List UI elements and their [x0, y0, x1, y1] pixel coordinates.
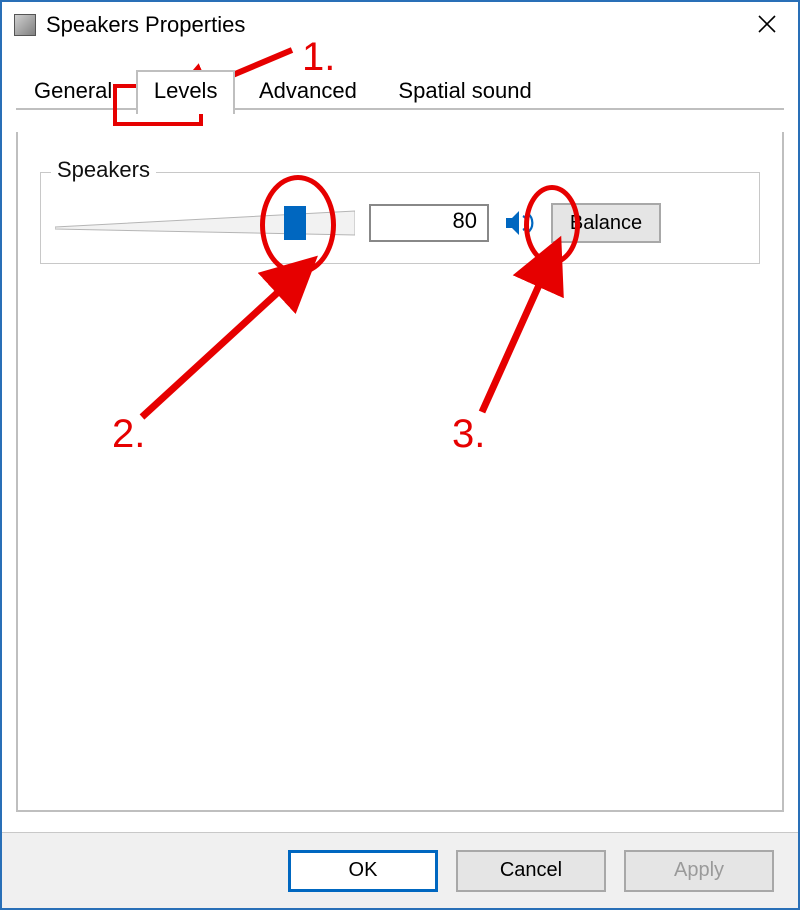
- tab-general[interactable]: General: [16, 70, 130, 112]
- close-icon: [757, 14, 777, 34]
- group-speakers-title: Speakers: [51, 157, 156, 183]
- mute-button[interactable]: [503, 206, 537, 240]
- cancel-button[interactable]: Cancel: [456, 850, 606, 892]
- slider-track-icon: [55, 207, 355, 239]
- titlebar: Speakers Properties: [2, 2, 798, 48]
- apply-button[interactable]: Apply: [624, 850, 774, 892]
- volume-value-field[interactable]: 80: [369, 204, 489, 242]
- group-speakers: Speakers 80 Balance: [40, 172, 760, 264]
- close-button[interactable]: [744, 2, 790, 48]
- dialog-button-bar: OK Cancel Apply: [2, 832, 798, 908]
- volume-slider[interactable]: [55, 203, 355, 243]
- speaker-on-icon: [505, 210, 535, 236]
- ok-button[interactable]: OK: [288, 850, 438, 892]
- tab-levels[interactable]: Levels: [136, 70, 236, 114]
- volume-slider-thumb[interactable]: [284, 206, 306, 240]
- tab-advanced[interactable]: Advanced: [241, 70, 375, 112]
- window-title: Speakers Properties: [46, 12, 245, 38]
- speaker-device-icon: [14, 14, 36, 36]
- tab-strip: General Levels Advanced Spatial sound: [2, 70, 798, 110]
- tab-spatial-sound[interactable]: Spatial sound: [380, 70, 549, 112]
- balance-button[interactable]: Balance: [551, 203, 661, 243]
- tab-page-levels: Speakers 80 Balance: [16, 132, 784, 812]
